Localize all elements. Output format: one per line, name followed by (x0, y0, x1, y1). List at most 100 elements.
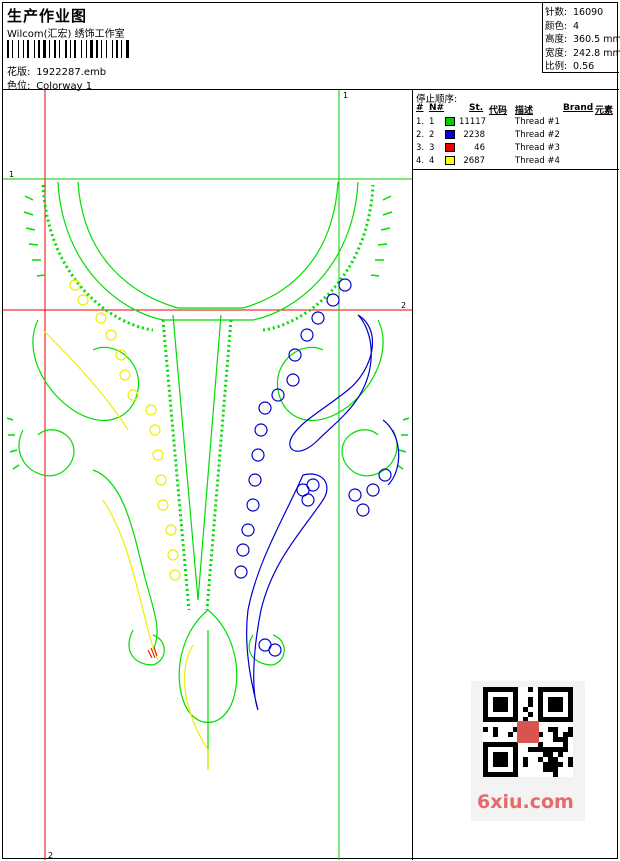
barcode-bar (99, 40, 100, 58)
barcode-bar (86, 40, 87, 58)
barcode-bar (90, 40, 93, 58)
blue-dot (258, 401, 272, 415)
barcode-bar (103, 40, 105, 58)
stat-height: 高度: 360.5 mm (545, 34, 620, 45)
yellow-dot (77, 294, 89, 306)
blue-dot (348, 488, 362, 502)
barcode-bar (30, 40, 33, 58)
barcode-bar (54, 40, 56, 58)
color-swatch (445, 117, 455, 126)
stop-row: 4. 4 2687 Thread #4 (416, 156, 560, 166)
blue-dot (251, 448, 265, 462)
barcode-bar (83, 40, 85, 58)
barcode-bar (116, 40, 118, 58)
barcode-bar (27, 40, 29, 58)
blue-dot (286, 373, 300, 387)
qr-code-pattern (483, 687, 573, 777)
barcode-bar (106, 40, 107, 58)
color-swatch (445, 156, 455, 165)
company-name: Wilcom(汇宏) 绣饰工作室 (7, 29, 125, 40)
stats-panel: 针数: 16090 颜色: 4 高度: 360.5 mm 宽度: 242.8 mm 比例… (542, 3, 620, 73)
yellow-dot (105, 329, 117, 341)
barcode-bar (126, 40, 129, 58)
neckline-inner (77, 181, 339, 309)
barcode-bar (47, 40, 48, 58)
yellow-dot (165, 524, 177, 536)
guide-label-v2: 2 (48, 851, 53, 860)
side-fringe-ticks (6, 417, 410, 470)
barcode-bar (72, 40, 73, 58)
placket-v (172, 314, 222, 601)
watermark-site-text: 6xiu.com (477, 791, 574, 813)
right-flower (341, 429, 398, 477)
barcode-bar (12, 40, 13, 58)
yellow-dot (155, 474, 167, 486)
barcode-bar (61, 40, 64, 58)
barcode-bar (36, 40, 37, 58)
barcode-bar (74, 40, 76, 58)
blue-dot (311, 311, 325, 325)
col-code: 代码 (489, 106, 508, 116)
left-stem (92, 469, 158, 651)
stop-row: 2. 2 2238 Thread #2 (416, 130, 560, 140)
blue-dot (246, 498, 260, 512)
guide-label-v1: 1 (343, 91, 348, 100)
yellow-outline (42, 329, 129, 431)
barcode-bar (7, 40, 9, 58)
col-description: 描述 (515, 106, 534, 116)
barcode-bar (34, 40, 35, 58)
stop-sequence-panel: 停止顺序: # N# St. 代码 描述 Brand 元素 1. 1 11117… (413, 90, 619, 170)
barcode-bar (65, 40, 67, 58)
barcode-bar (20, 40, 22, 58)
barcode-bar (121, 40, 122, 58)
barcode-bar (101, 40, 102, 58)
yellow-thread-layer (42, 279, 209, 770)
blue-dot (301, 493, 315, 507)
color-swatch (445, 143, 455, 152)
yellow-dot (149, 424, 161, 436)
barcode-bar (14, 40, 17, 58)
stat-width: 宽度: 242.8 mm (545, 47, 620, 59)
barcode-bar (88, 40, 89, 58)
barcode-bar (49, 40, 50, 58)
col-n: N# (429, 103, 445, 113)
barcode-bar (68, 40, 69, 58)
design-file-label: 花版: (7, 67, 31, 78)
red-stitch-mark (147, 646, 158, 659)
yellow-dot (157, 499, 169, 511)
barcode-bar (10, 40, 11, 58)
yellow-dot (169, 569, 181, 581)
embroidery-design: 1 1 2 2 (3, 90, 412, 860)
stat-colors: 颜色: 4 (545, 20, 580, 32)
stop-sequence-header: # N# St. 代码 描述 Brand 元素 (413, 103, 619, 116)
placket-border (161, 319, 233, 611)
qr-code (483, 687, 573, 777)
production-sheet: 生产作业图 Wilcom(汇宏) 绣饰工作室 花版: 1922287.emb 色… (2, 2, 620, 860)
neckline-outer (57, 181, 359, 321)
red-thread-layer (147, 646, 158, 659)
yellow-dot (69, 279, 81, 291)
yellow-dot (152, 449, 164, 461)
yellow-dot (95, 312, 107, 324)
embroidery-design-canvas: 1 1 2 2 (3, 90, 413, 860)
col-hash: # (416, 103, 424, 113)
barcode-bar (18, 40, 19, 58)
barcode-bar (38, 40, 40, 58)
barcode-bar (51, 40, 53, 58)
blue-dot (378, 468, 392, 482)
guide-label-h1: 1 (9, 170, 14, 179)
design-file-row: 花版: 1922287.emb (7, 63, 106, 78)
fringe-ticks (23, 195, 393, 277)
barcode-bar (23, 40, 24, 58)
yellow-dot (119, 369, 131, 381)
barcode-bar (119, 40, 120, 58)
sheet-header: 生产作业图 Wilcom(汇宏) 绣饰工作室 花版: 1922287.emb 色… (3, 3, 620, 92)
blue-dot (356, 503, 370, 517)
green-thread-layer (6, 181, 410, 770)
barcode-bar (108, 40, 111, 58)
stop-row: 1. 1 11117 Thread #1 (416, 117, 560, 127)
stat-scale: 比例: 0.56 (545, 61, 595, 72)
barcode-bar (123, 40, 125, 58)
sheet-title: 生产作业图 (7, 7, 88, 25)
guide-label-h2: 2 (401, 301, 406, 310)
